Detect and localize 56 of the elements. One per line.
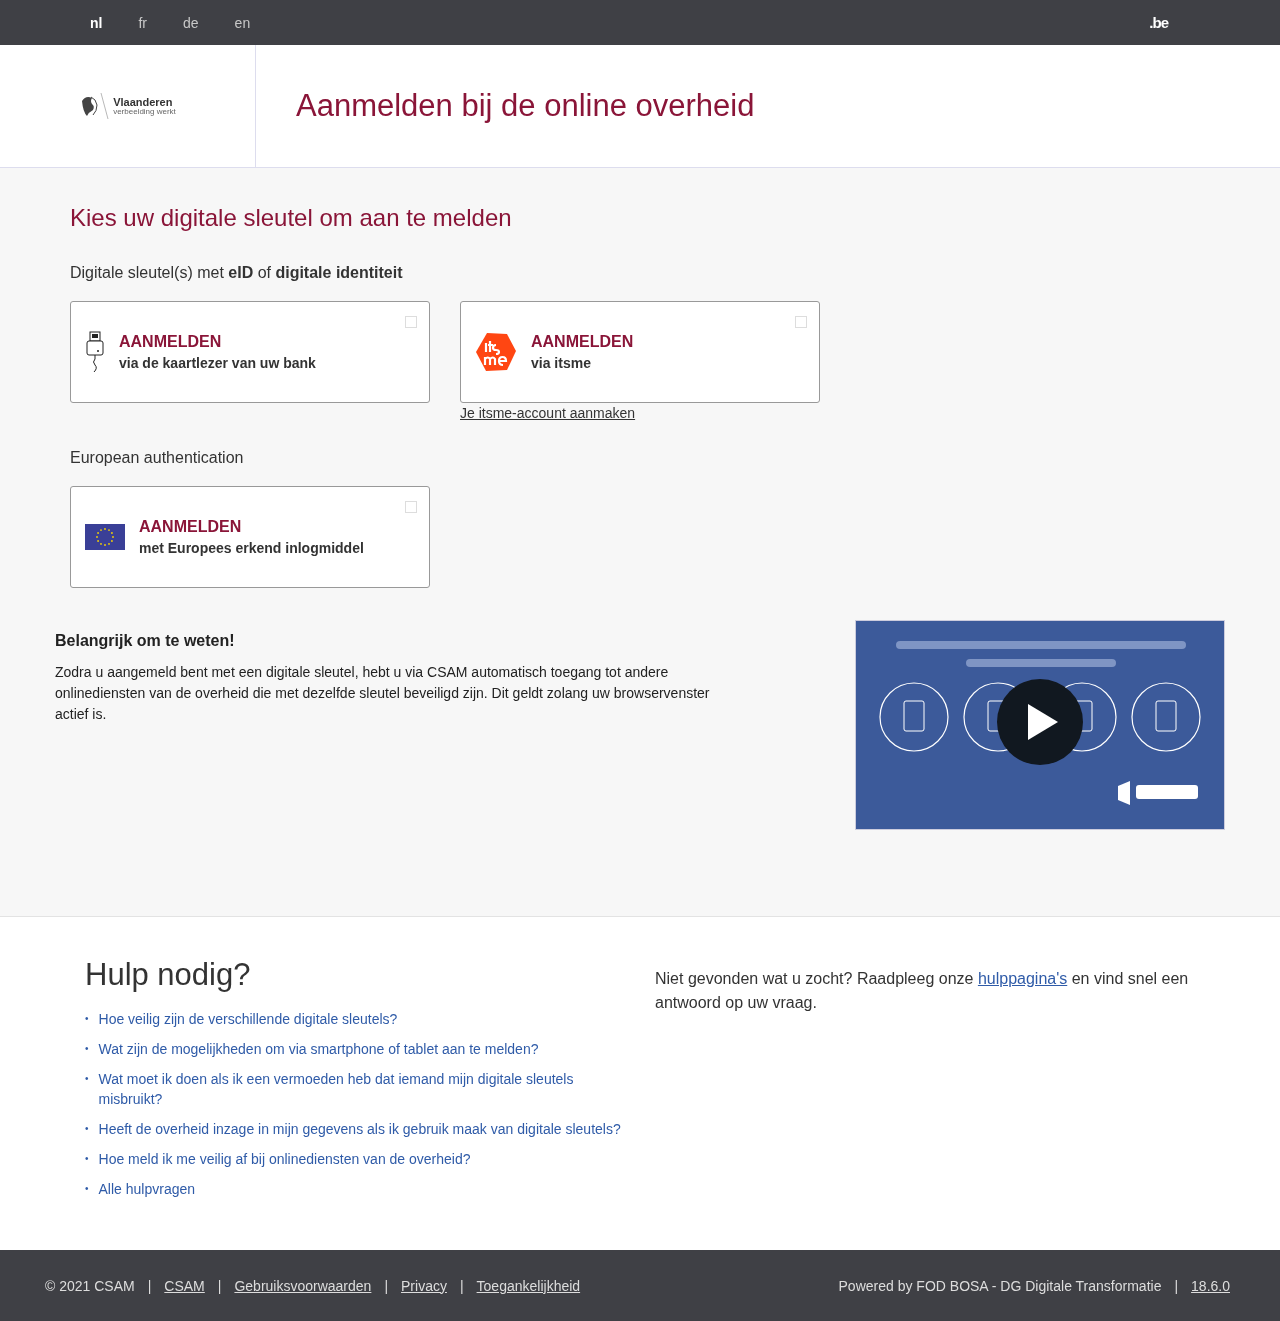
checkbox[interactable] xyxy=(795,316,807,328)
eu-flag-icon xyxy=(85,524,125,550)
help-question-link[interactable]: Wat zijn de mogelijkheden om via smartphone of tablet aan te melden? xyxy=(98,1039,539,1059)
separator: | xyxy=(383,1277,390,1294)
footer-link[interactable]: CSAM xyxy=(164,1277,205,1294)
footer-link[interactable]: Gebruiksvoorwaarden xyxy=(234,1277,372,1294)
help-question-link[interactable]: Wat moet ik doen als ik een vermoeden heb dat iemand mijn digitale sleutels misbruikt? xyxy=(98,1069,630,1109)
option-title: AANMELDEN xyxy=(119,333,223,351)
group-heading: European authentication xyxy=(70,449,245,467)
login-option-card[interactable]: AANMELDEN via de kaartlezer van uw bank xyxy=(70,301,430,403)
bullet: • xyxy=(85,1042,89,1056)
page-title: Aanmelden bij de online overheid xyxy=(295,88,755,124)
bullet: • xyxy=(85,1012,89,1026)
language-link[interactable]: nl xyxy=(72,14,121,31)
separator: | xyxy=(1173,1277,1180,1294)
help-page-link[interactable]: hulppagina's xyxy=(977,970,1068,987)
section-title: Kies uw digitale sleutel om aan te melden xyxy=(70,204,513,232)
info-text: Zodra u aangemeld bent met een digitale sleutel, hebt u via CSAM automatisch toegang tot andere onlinediensten van de overheid die met dezelfde sleutel beveiligd zijn. Dit geldt zolang uw browservenster actief is. xyxy=(55,663,711,724)
help-question-link[interactable]: Heeft de overheid inzage in mijn gegevens als ik gebruik maak van digitale sleutels? xyxy=(98,1119,621,1139)
option-title: AANMELDEN xyxy=(139,518,243,536)
help-text: Niet gevonden wat u zocht? Raadpleeg onze hulppagina's en vind snel een antwoord op uw vraag. xyxy=(655,969,1190,1013)
separator: | xyxy=(146,1277,153,1294)
help-title: Hulp nodig? xyxy=(85,957,252,993)
separator: | xyxy=(216,1277,223,1294)
separator: | xyxy=(458,1277,465,1294)
domain-logo: .be xyxy=(1149,14,1168,31)
bullet: • xyxy=(85,1072,89,1086)
help-question-link[interactable]: Alle hulpvragen xyxy=(98,1179,196,1199)
create-account-link[interactable]: Je itsme-account aanmaken xyxy=(460,405,820,421)
info-title: Belangrijk om te weten! xyxy=(55,632,236,650)
group-heading: Digitale sleutel(s) met eID of digitale identiteit xyxy=(70,264,404,282)
version-link[interactable]: 18.6.0 xyxy=(1191,1277,1230,1294)
card-reader-icon xyxy=(85,331,105,373)
language-link[interactable]: fr xyxy=(120,14,165,31)
bullet: • xyxy=(85,1182,89,1196)
option-subtitle: met Europees erkend inlogmiddel xyxy=(139,540,364,556)
checkbox[interactable] xyxy=(405,501,417,513)
logo-name: Vlaanderen xyxy=(113,96,174,108)
language-link[interactable]: en xyxy=(216,14,269,31)
powered-by-text: Powered by FOD BOSA - DG Digitale Transformatie xyxy=(838,1277,1162,1294)
logo-tagline: verbeelding werkt xyxy=(113,107,176,116)
checkbox[interactable] xyxy=(405,316,417,328)
login-option-card[interactable]: AANMELDEN met Europees erkend inlogmiddel xyxy=(70,486,430,588)
help-question-link[interactable]: Hoe veilig zijn de verschillende digitale sleutels? xyxy=(98,1009,398,1029)
option-subtitle: via de kaartlezer van uw bank xyxy=(119,355,316,371)
option-title: AANMELDEN xyxy=(531,333,634,351)
footer-link[interactable]: Privacy xyxy=(401,1277,447,1294)
bullet: • xyxy=(85,1122,89,1136)
bullet: • xyxy=(85,1152,89,1166)
language-link[interactable]: de xyxy=(165,14,217,31)
option-subtitle: via itsme xyxy=(531,355,592,371)
itsme-logo-icon xyxy=(475,331,517,373)
login-option-card[interactable]: AANMELDEN via itsme xyxy=(460,301,820,403)
footer-link[interactable]: Toegankelijkheid xyxy=(476,1277,581,1294)
copyright: © 2021 CSAM xyxy=(45,1277,135,1294)
help-question-link[interactable]: Hoe meld ik me veilig af bij onlinediensten van de overheid? xyxy=(98,1149,471,1169)
